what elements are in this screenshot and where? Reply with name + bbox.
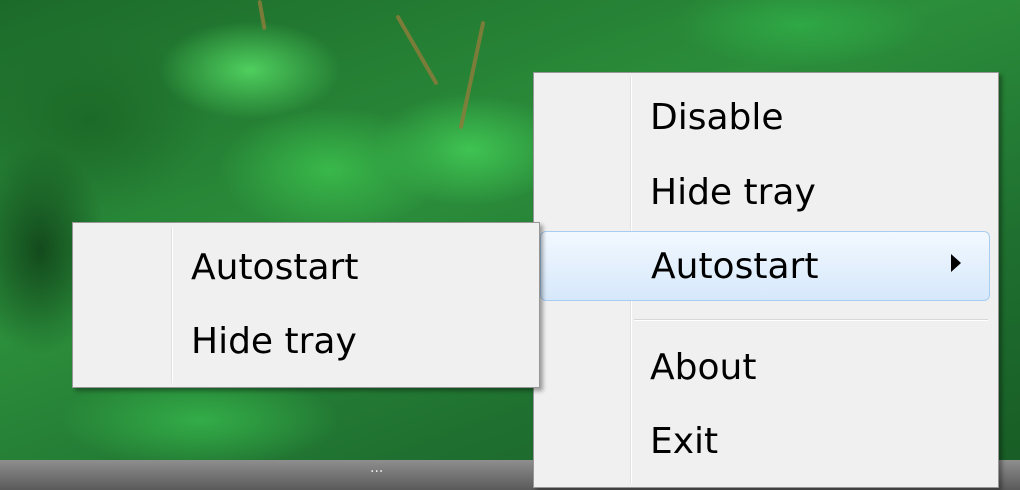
menu-separator	[634, 319, 988, 321]
plant-stem	[257, 0, 267, 31]
menu-item-label: Hide tray	[650, 171, 816, 213]
menu-item-disable[interactable]: Disable	[538, 85, 990, 149]
plant-stem	[395, 14, 439, 86]
menu-item-exit[interactable]: Exit	[538, 409, 990, 473]
plant-stem	[458, 20, 486, 130]
menu-item-label: Hide tray	[191, 320, 357, 362]
taskbar-overflow[interactable]: ...	[370, 460, 383, 476]
menu-item-label: Autostart	[191, 246, 359, 288]
menu-item-label: Disable	[650, 96, 784, 138]
tray-context-menu: Disable Hide tray Autostart About Exit	[533, 72, 999, 488]
submenu-item-autostart[interactable]: Autostart	[77, 235, 533, 299]
autostart-submenu: Autostart Hide tray	[72, 222, 540, 388]
menu-item-label: Autostart	[651, 245, 819, 287]
menu-item-label: About	[650, 346, 757, 388]
submenu-arrow-icon	[951, 254, 961, 272]
submenu-item-hide-tray[interactable]: Hide tray	[77, 309, 533, 373]
menu-item-hide-tray[interactable]: Hide tray	[538, 160, 990, 224]
menu-item-label: Exit	[650, 420, 719, 462]
menu-item-about[interactable]: About	[538, 335, 990, 399]
menu-item-autostart[interactable]: Autostart	[540, 231, 990, 301]
